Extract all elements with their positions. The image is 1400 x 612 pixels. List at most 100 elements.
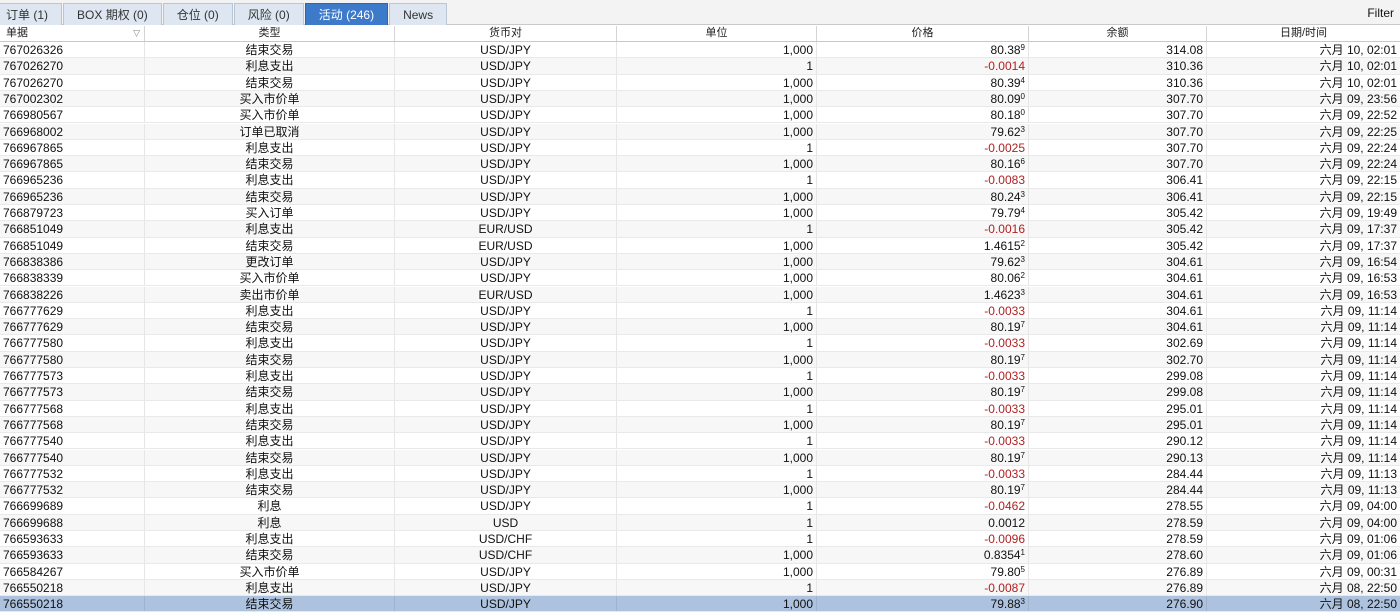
pair-cell: EUR/USD <box>395 286 617 302</box>
price-value: 79.79 <box>990 206 1021 220</box>
table-row[interactable]: 766980567 买入市价单 USD/JPY 1,000 80.180 307.70 六月… <box>0 107 1400 124</box>
type-cell: 结束交易 <box>145 237 395 253</box>
type-cell: 利息支出 <box>145 58 395 74</box>
table-row[interactable]: 766550218 利息支出 USD/JPY 1 -0.0087 276.89 六月 08,… <box>0 579 1400 597</box>
table-row[interactable]: 766838339 买入市价单 USD/JPY 1,000 80.062 304.61 六月… <box>0 270 1400 287</box>
datetime-cell: 六月 09, 16:53 <box>1319 271 1397 286</box>
column-header-label: 单据 <box>6 27 28 39</box>
type-cell: 结束交易 <box>145 188 395 204</box>
table-row[interactable]: 766699689 利息 USD/JPY 1 -0.0462 278.55 六月 09, 0… <box>0 498 1400 515</box>
table-row[interactable]: 766777568 利息支出 USD/JPY 1 -0.0033 295.01 六月 09,… <box>0 400 1400 417</box>
tab-5[interactable]: News <box>389 3 448 25</box>
price-pipette: 3 <box>1020 254 1025 264</box>
datetime-cell: 六月 09, 11:14 <box>1320 320 1398 335</box>
table-row[interactable]: 767002302 买入市价单 USD/JPY 1,000 80.090 307.70 六月… <box>0 90 1400 108</box>
table-row[interactable]: 766777540 结束交易 USD/JPY 1,000 80.197 290.13 六月 … <box>0 449 1400 466</box>
table-row[interactable]: 767026270 利息支出 USD/JPY 1 -0.0014 310.36 六月 10,… <box>0 58 1400 75</box>
table-row[interactable]: 766593633 结束交易 USD/CHF 1,000 0.83541 278.60 六月… <box>0 547 1400 564</box>
table-row[interactable]: 766777629 结束交易 USD/JPY 1,000 80.197 304.61 六月 … <box>0 319 1400 336</box>
datetime-cell: 六月 09, 22:24 <box>1319 140 1397 155</box>
table-row[interactable]: 767026326 结束交易 USD/JPY 1,000 80.389 314.08 六月 … <box>0 42 1400 59</box>
table-row[interactable]: 766967865 结束交易 USD/JPY 1,000 80.166 307.70 六月 … <box>0 156 1400 173</box>
table-row[interactable]: 766699688 利息 USD 1 0.0012 278.59 六月 09, 04:00 <box>0 514 1400 531</box>
table-row[interactable]: 766967865 利息支出 USD/JPY 1 -0.0025 307.70 六月 09,… <box>0 139 1400 157</box>
price-cell: 79.883 <box>817 596 1029 612</box>
price-cell: 79.805 <box>817 563 1029 579</box>
datetime-cell: 六月 08, 22:50 <box>1319 580 1397 595</box>
column-header-datetime[interactable]: 日期/时间 <box>1207 26 1400 41</box>
price-pipette: 3 <box>1020 597 1025 607</box>
price-value: -0.0033 <box>984 336 1025 351</box>
table-row[interactable]: 766968002 订单已取消 USD/JPY 1,000 79.623 307.70 六月… <box>0 123 1400 140</box>
filter-button[interactable]: Filter <box>1367 6 1394 20</box>
sort-funnel-icon[interactable]: ▽ <box>133 26 140 41</box>
units-cell: 1,000 <box>617 237 817 253</box>
ticket-cell: 766593633 <box>0 547 145 563</box>
price-value: 0.0012 <box>988 515 1025 530</box>
column-header-price[interactable]: 价格 <box>817 26 1029 41</box>
tab-3[interactable]: 风险 (0) <box>233 3 304 25</box>
price-pipette: 3 <box>1020 124 1025 134</box>
table-row[interactable]: 766879723 买入订单 USD/JPY 1,000 79.794 305.42 六月 … <box>0 205 1400 222</box>
balance-cell: 302.69 <box>1029 335 1207 351</box>
table-row[interactable]: 766851049 利息支出 EUR/USD 1 -0.0016 305.42 六月 09,… <box>0 221 1400 238</box>
table-row[interactable]: 766777573 结束交易 USD/JPY 1,000 80.197 299.08 六月 … <box>0 384 1400 401</box>
ticket-cell: 766777629 <box>0 319 145 335</box>
datetime-cell: 六月 09, 11:14 <box>1320 401 1398 416</box>
units-cell: 1 <box>617 172 817 188</box>
table-row[interactable]: 767026270 结束交易 USD/JPY 1,000 80.394 310.36 六月 … <box>0 74 1400 91</box>
pair-cell: USD/JPY <box>395 319 617 335</box>
table-row[interactable]: 766777540 利息支出 USD/JPY 1 -0.0033 290.12 六月 09,… <box>0 433 1400 450</box>
pair-cell: USD/JPY <box>395 335 617 351</box>
table-row[interactable]: 766851049 结束交易 EUR/USD 1,000 1.46152 305.42 六月… <box>0 237 1400 254</box>
pair-cell: USD/JPY <box>395 465 617 482</box>
price-pipette: 2 <box>1020 271 1025 281</box>
price-cell: 80.166 <box>817 156 1029 172</box>
pair-cell: USD/JPY <box>395 416 617 433</box>
table-row[interactable]: 766584267 买入市价单 USD/JPY 1,000 79.805 276.89 六月… <box>0 563 1400 580</box>
column-header-ticket[interactable]: 单据 ▽ <box>0 26 145 41</box>
datetime-cell: 六月 09, 22:52 <box>1319 108 1397 123</box>
pair-cell: USD/JPY <box>395 107 617 123</box>
column-header-balance[interactable]: 余额 <box>1029 26 1207 41</box>
price-value: 79.62 <box>990 254 1021 269</box>
ticket-cell: 766777568 <box>0 416 145 433</box>
table-row[interactable]: 766777629 利息支出 USD/JPY 1 -0.0033 304.61 六月 09,… <box>0 302 1400 320</box>
table-row[interactable]: 766593633 利息支出 USD/CHF 1 -0.0096 278.59 六月 09,… <box>0 531 1400 548</box>
type-cell: 利息支出 <box>145 579 395 596</box>
table-row[interactable]: 766777532 结束交易 USD/JPY 1,000 80.197 284.44 六月 … <box>0 482 1400 499</box>
column-header-type[interactable]: 类型 <box>145 26 395 41</box>
price-value: -0.0014 <box>984 59 1025 74</box>
tab-1[interactable]: BOX 期权 (0) <box>63 3 162 25</box>
balance-cell: 295.01 <box>1029 400 1207 416</box>
price-cell: 79.623 <box>817 123 1029 139</box>
table-row[interactable]: 766965236 结束交易 USD/JPY 1,000 80.243 306.41 六月 … <box>0 188 1400 205</box>
price-value: 80.38 <box>990 43 1021 57</box>
tab-0[interactable]: 订单 (1) <box>0 3 63 25</box>
column-header-pair[interactable]: 货币对 <box>395 26 617 41</box>
pair-cell: USD/JPY <box>395 302 617 319</box>
tab-4[interactable]: 活动 (246) <box>304 3 389 25</box>
table-row[interactable]: 766777573 利息支出 USD/JPY 1 -0.0033 299.08 六月 09,… <box>0 368 1400 385</box>
ticket-cell: 766593633 <box>0 531 145 547</box>
table-row[interactable]: 766777568 结束交易 USD/JPY 1,000 80.197 295.01 六月 … <box>0 416 1400 434</box>
pair-cell: USD/JPY <box>395 400 617 416</box>
balance-cell: 304.61 <box>1029 253 1207 270</box>
datetime-cell: 六月 09, 11:14 <box>1320 434 1398 449</box>
type-cell: 更改订单 <box>145 253 395 270</box>
table-row[interactable]: 766550218 结束交易 USD/JPY 1,000 79.883 276.90 六月 … <box>0 596 1400 612</box>
table-header: 单据 ▽ 类型 货币对 单位 价格 余额 日期/时间 <box>0 26 1400 42</box>
column-header-units[interactable]: 单位 <box>617 26 817 41</box>
table-row[interactable]: 766777532 利息支出 USD/JPY 1 -0.0033 284.44 六月 09,… <box>0 465 1400 483</box>
table-row[interactable]: 766777580 利息支出 USD/JPY 1 -0.0033 302.69 六月 09,… <box>0 335 1400 352</box>
balance-cell: 304.61 <box>1029 302 1207 319</box>
table-row[interactable]: 766965236 利息支出 USD/JPY 1 -0.0083 306.41 六月 09,… <box>0 172 1400 189</box>
units-cell: 1,000 <box>617 596 817 612</box>
table-row[interactable]: 766838386 更改订单 USD/JPY 1,000 79.623 304.61 六月 … <box>0 253 1400 271</box>
pair-cell: USD/JPY <box>395 253 617 270</box>
price-cell: 79.623 <box>817 253 1029 270</box>
table-row[interactable]: 766777580 结束交易 USD/JPY 1,000 80.197 302.70 六月 … <box>0 351 1400 368</box>
tab-2[interactable]: 仓位 (0) <box>162 3 233 25</box>
balance-cell: 304.61 <box>1029 270 1207 286</box>
table-row[interactable]: 766838226 卖出市价单 EUR/USD 1,000 1.46233 304.61 六… <box>0 286 1400 303</box>
